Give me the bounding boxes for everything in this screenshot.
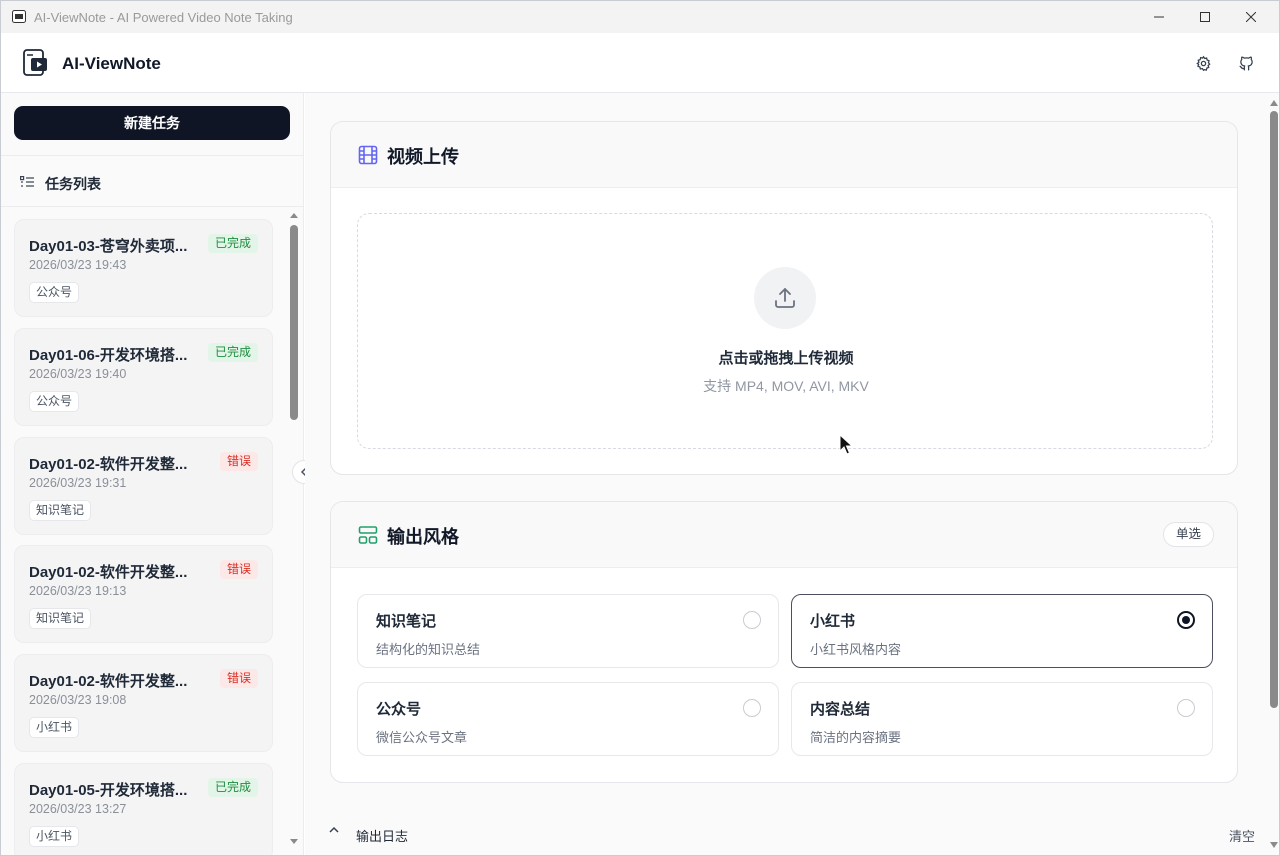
task-date: 2026/03/23 19:08 bbox=[29, 693, 127, 707]
upload-card-title: 视频上传 bbox=[387, 147, 459, 167]
style-option-desc: 简洁的内容摘要 bbox=[810, 730, 902, 745]
github-button[interactable] bbox=[1236, 53, 1256, 73]
main-scrollbar[interactable] bbox=[1267, 93, 1280, 855]
output-style-card: 输出风格 单选 知识笔记 结构化的知识总结 小红书 小红书风格内容 公众号 微信… bbox=[330, 501, 1238, 783]
main-scroll-thumb[interactable] bbox=[1270, 111, 1278, 708]
mouse-cursor-icon bbox=[839, 434, 853, 455]
status-badge: 已完成 bbox=[207, 234, 258, 253]
task-card[interactable]: Day01-02-软件开发整... 错误 2026/03/23 19:31 知识… bbox=[14, 437, 273, 535]
status-badge: 错误 bbox=[219, 452, 258, 471]
task-card[interactable]: Day01-03-苍穹外卖项... 已完成 2026/03/23 19:43 公… bbox=[14, 219, 273, 317]
task-tag: 公众号 bbox=[29, 282, 80, 303]
output-style-header: 输出风格 单选 bbox=[331, 502, 1237, 568]
radio-button-selected[interactable] bbox=[1177, 611, 1195, 629]
task-card[interactable]: Day01-05-开发环境搭... 已完成 2026/03/23 13:27 小… bbox=[14, 763, 273, 855]
scroll-down-icon[interactable] bbox=[287, 836, 301, 846]
upload-card-header: 视频上传 bbox=[331, 122, 1237, 188]
style-option-desc: 结构化的知识总结 bbox=[376, 642, 481, 657]
task-date: 2026/03/23 19:43 bbox=[29, 258, 127, 272]
task-title: Day01-05-开发环境搭... bbox=[29, 782, 188, 799]
film-icon bbox=[358, 145, 378, 165]
list-icon bbox=[20, 176, 34, 187]
style-option-desc: 微信公众号文章 bbox=[376, 730, 468, 745]
radio-button[interactable] bbox=[743, 611, 761, 629]
task-list-header: 任务列表 bbox=[1, 155, 303, 207]
task-tag: 知识笔记 bbox=[29, 500, 92, 521]
style-option-knowledge[interactable]: 知识笔记 结构化的知识总结 bbox=[357, 594, 779, 668]
maximize-icon bbox=[1200, 12, 1210, 22]
task-tag: 小红书 bbox=[29, 826, 80, 847]
radio-button[interactable] bbox=[1177, 699, 1195, 717]
style-option-name: 公众号 bbox=[376, 701, 422, 718]
title-bar: AI-ViewNote - AI Powered Video Note Taki… bbox=[1, 1, 1279, 33]
minimize-icon bbox=[1154, 16, 1164, 18]
output-log-bar: 输出日志 清空 bbox=[305, 801, 1267, 855]
chevron-up-icon[interactable] bbox=[327, 824, 341, 836]
status-badge: 错误 bbox=[219, 560, 258, 579]
task-title: Day01-03-苍穹外卖项... bbox=[29, 238, 188, 255]
sidebar-scroll-thumb[interactable] bbox=[290, 225, 298, 420]
minimize-button[interactable] bbox=[1136, 1, 1182, 33]
status-badge: 已完成 bbox=[207, 343, 258, 362]
task-list: Day01-03-苍穹外卖项... 已完成 2026/03/23 19:43 公… bbox=[14, 219, 274, 855]
maximize-button[interactable] bbox=[1182, 1, 1228, 33]
task-tag: 知识笔记 bbox=[29, 608, 92, 629]
upload-icon-circle bbox=[754, 267, 816, 329]
task-title: Day01-02-软件开发整... bbox=[29, 456, 188, 473]
dropzone-formats-text: 支持 MP4, MOV, AVI, MKV bbox=[703, 378, 869, 394]
style-option-name: 小红书 bbox=[810, 613, 856, 630]
main-content: 视频上传 点击或拖拽上传视频 支持 MP4, MOV, AVI, MKV 输出风… bbox=[305, 93, 1267, 855]
window-title: AI-ViewNote - AI Powered Video Note Taki… bbox=[34, 10, 293, 25]
task-list-title: 任务列表 bbox=[45, 176, 101, 192]
upload-card: 视频上传 点击或拖拽上传视频 支持 MP4, MOV, AVI, MKV bbox=[330, 121, 1238, 475]
task-title: Day01-06-开发环境搭... bbox=[29, 347, 188, 364]
style-option-name: 知识笔记 bbox=[376, 613, 437, 630]
settings-icon bbox=[1195, 55, 1211, 71]
close-button[interactable] bbox=[1228, 1, 1274, 33]
style-option-wechat[interactable]: 公众号 微信公众号文章 bbox=[357, 682, 779, 756]
task-tag: 小红书 bbox=[29, 717, 80, 738]
scroll-down-icon[interactable] bbox=[1267, 839, 1280, 851]
app-header: AI-ViewNote bbox=[1, 33, 1279, 93]
style-option-desc: 小红书风格内容 bbox=[810, 642, 902, 657]
single-select-badge: 单选 bbox=[1162, 522, 1214, 547]
app-window: AI-ViewNote - AI Powered Video Note Taki… bbox=[0, 0, 1280, 856]
clear-log-button[interactable]: 清空 bbox=[1229, 826, 1255, 845]
dropzone-main-text: 点击或拖拽上传视频 bbox=[718, 350, 854, 367]
task-date: 2026/03/23 19:13 bbox=[29, 584, 127, 598]
settings-button[interactable] bbox=[1193, 53, 1213, 73]
status-badge: 已完成 bbox=[207, 778, 258, 797]
task-date: 2026/03/23 19:31 bbox=[29, 476, 127, 490]
style-option-summary[interactable]: 内容总结 简洁的内容摘要 bbox=[791, 682, 1213, 756]
sidebar: 新建任务 任务列表 Day01-03-苍穹外卖项... 已完成 2026/03/… bbox=[1, 93, 304, 855]
task-tag: 公众号 bbox=[29, 391, 80, 412]
video-dropzone[interactable]: 点击或拖拽上传视频 支持 MP4, MOV, AVI, MKV bbox=[357, 213, 1213, 449]
task-date: 2026/03/23 13:27 bbox=[29, 802, 127, 816]
new-task-button[interactable]: 新建任务 bbox=[14, 106, 290, 140]
github-icon bbox=[1238, 56, 1253, 71]
close-icon bbox=[1246, 12, 1256, 22]
output-log-toggle[interactable]: 输出日志 bbox=[356, 826, 408, 845]
task-card[interactable]: Day01-02-软件开发整... 错误 2026/03/23 19:08 小红… bbox=[14, 654, 273, 752]
task-card[interactable]: Day01-06-开发环境搭... 已完成 2026/03/23 19:40 公… bbox=[14, 328, 273, 426]
layout-icon bbox=[358, 526, 378, 544]
app-logo-icon bbox=[23, 49, 47, 76]
app-name: AI-ViewNote bbox=[62, 54, 161, 73]
app-window-icon bbox=[12, 10, 26, 23]
sidebar-scrollbar[interactable] bbox=[287, 211, 301, 851]
scroll-up-icon[interactable] bbox=[287, 211, 301, 221]
radio-button[interactable] bbox=[743, 699, 761, 717]
style-option-name: 内容总结 bbox=[810, 701, 871, 718]
style-option-xiaohongshu[interactable]: 小红书 小红书风格内容 bbox=[791, 594, 1213, 668]
status-badge: 错误 bbox=[219, 669, 258, 688]
task-title: Day01-02-软件开发整... bbox=[29, 673, 188, 690]
output-style-title: 输出风格 bbox=[387, 527, 459, 547]
task-title: Day01-02-软件开发整... bbox=[29, 564, 188, 581]
task-card[interactable]: Day01-02-软件开发整... 错误 2026/03/23 19:13 知识… bbox=[14, 545, 273, 643]
scroll-up-icon[interactable] bbox=[1267, 97, 1280, 109]
upload-icon bbox=[775, 288, 795, 308]
task-date: 2026/03/23 19:40 bbox=[29, 367, 127, 381]
